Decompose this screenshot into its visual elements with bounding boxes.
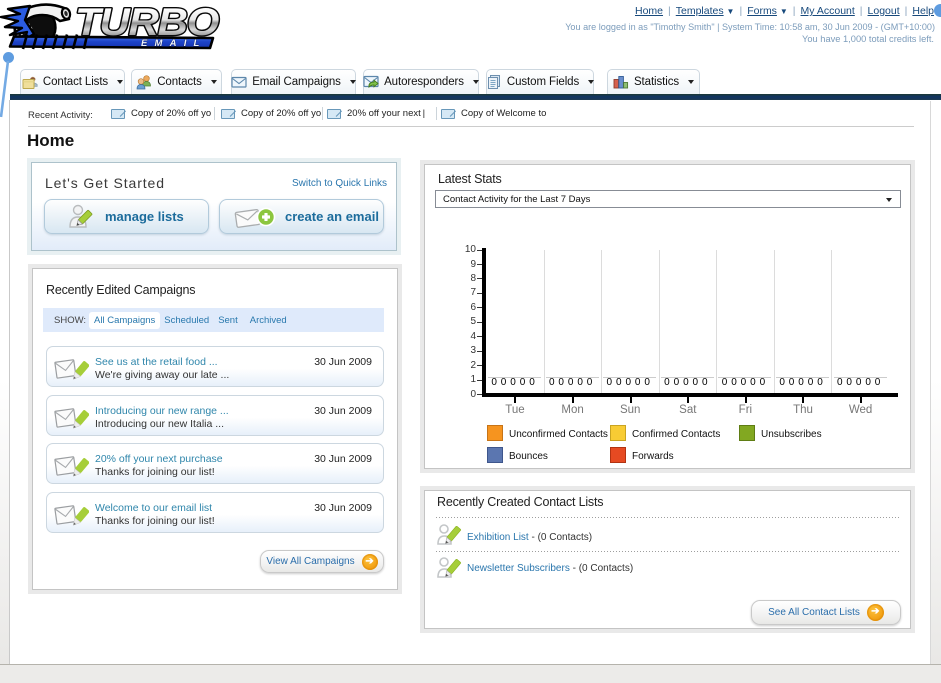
- svg-text:EMAIL: EMAIL: [141, 38, 207, 49]
